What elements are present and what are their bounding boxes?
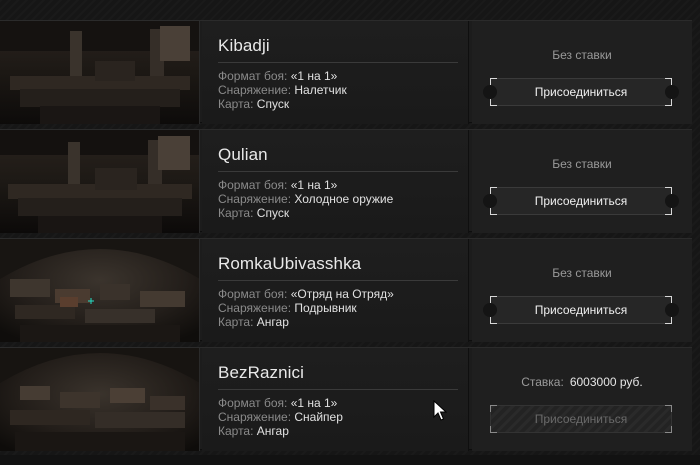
format-value: «1 на 1» <box>290 69 338 83</box>
divider <box>218 171 458 172</box>
match-actions: Без ставки Присоединиться <box>472 21 692 124</box>
join-button-label: Присоединиться <box>534 303 628 317</box>
map-preview-image <box>0 130 200 233</box>
player-name: BezRaznici <box>218 363 305 382</box>
equipment-label: Снаряжение: <box>218 192 292 206</box>
match-row: Kibadji Формат боя: «1 на 1» Снаряжение:… <box>0 20 692 124</box>
divider <box>218 62 458 63</box>
format-label: Формат боя: <box>218 287 288 301</box>
format-label: Формат боя: <box>218 396 288 410</box>
equipment-label: Снаряжение: <box>218 83 292 97</box>
equipment-value: Холодное оружие <box>294 192 394 206</box>
join-button[interactable]: Присоединиться <box>483 187 679 215</box>
match-actions: Ставка: 6003000 руб. Присоединиться <box>472 348 692 451</box>
stake-text: Без ставки <box>552 48 612 62</box>
map-label: Карта: <box>218 97 254 111</box>
map-preview-image <box>0 239 200 342</box>
join-button[interactable]: Присоединиться <box>483 78 679 106</box>
join-button-label: Присоединиться <box>534 412 628 426</box>
map-label: Карта: <box>218 424 254 438</box>
match-row: Qulian Формат боя: «1 на 1» Снаряжение: … <box>0 129 692 233</box>
bottom-strip <box>0 455 700 465</box>
map-value: Ангар <box>256 424 289 438</box>
equipment-label: Снаряжение: <box>218 301 292 315</box>
stake-text: Без ставки <box>552 157 612 171</box>
arrow-cursor-icon <box>433 399 448 427</box>
match-info: BezRaznici Формат боя: «1 на 1» Снаряжен… <box>202 348 469 451</box>
player-name: RomkaUbivasshka <box>218 254 362 273</box>
format-value: «1 на 1» <box>290 396 338 410</box>
join-button[interactable]: Присоединиться <box>483 296 679 324</box>
format-value: «1 на 1» <box>290 178 338 192</box>
equipment-value: Снайпер <box>294 410 343 424</box>
player-name: Kibadji <box>218 36 270 55</box>
format-label: Формат боя: <box>218 178 288 192</box>
join-button-label: Присоединиться <box>534 194 628 208</box>
stake-text: Без ставки <box>552 266 612 280</box>
divider <box>218 280 458 281</box>
stake-label: Ставка: <box>521 375 564 389</box>
stake-text: Ставка: 6003000 руб. <box>472 375 692 389</box>
format-label: Формат боя: <box>218 69 288 83</box>
match-actions: Без ставки Присоединиться <box>472 239 692 342</box>
join-button-label: Присоединиться <box>534 85 628 99</box>
equipment-label: Снаряжение: <box>218 410 292 424</box>
player-name: Qulian <box>218 145 268 164</box>
map-value: Спуск <box>256 206 290 220</box>
join-button-disabled[interactable]: Присоединиться <box>490 405 672 433</box>
map-label: Карта: <box>218 315 254 329</box>
map-value: Ангар <box>256 315 289 329</box>
match-row: RomkaUbivasshka Формат боя: «Отряд на От… <box>0 238 692 342</box>
map-value: Спуск <box>256 97 290 111</box>
map-preview-image <box>0 348 200 451</box>
match-info: Kibadji Формат боя: «1 на 1» Снаряжение:… <box>202 21 469 124</box>
format-value: «Отряд на Отряд» <box>290 287 394 301</box>
divider <box>218 389 458 390</box>
equipment-value: Налетчик <box>294 83 347 97</box>
stake-amount: 6003000 руб. <box>569 375 643 389</box>
match-info: RomkaUbivasshka Формат боя: «Отряд на От… <box>202 239 469 342</box>
match-actions: Без ставки Присоединиться <box>472 130 692 233</box>
equipment-value: Подрывник <box>294 301 357 315</box>
map-label: Карта: <box>218 206 254 220</box>
match-row: BezRaznici Формат боя: «1 на 1» Снаряжен… <box>0 347 692 451</box>
match-info: Qulian Формат боя: «1 на 1» Снаряжение: … <box>202 130 469 233</box>
map-preview-image <box>0 21 200 124</box>
